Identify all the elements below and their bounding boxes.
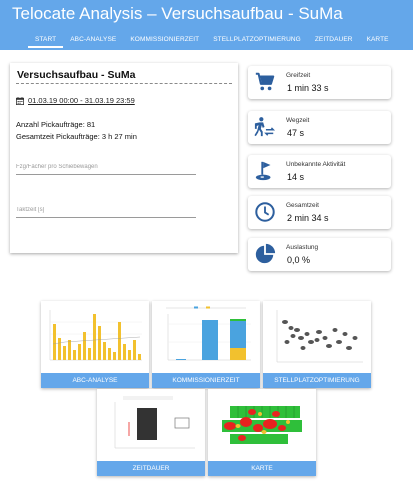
total-pick-time: Gesamtzeit Pickaufträge: 3 h 27 min — [16, 132, 137, 141]
nav-tabs: START ABC-ANALYSE KOMMISSIONIERZEIT STEL… — [28, 34, 396, 48]
tile-karte[interactable]: KARTE — [208, 389, 316, 476]
tile-kommissionierzeit[interactable]: KOMMISSIONIERZEIT — [152, 301, 260, 388]
stat-label: Greifzeit — [286, 72, 311, 79]
abc-analysis-thumbnail — [49, 310, 142, 361]
stat-label: Unbekannte Aktivität — [286, 161, 346, 168]
tile-zeitdauer[interactable]: ZEITDAUER — [97, 389, 205, 476]
calendar-icon — [16, 96, 24, 105]
tab-stellplatzoptimierung[interactable]: STELLPLATZOPTIMIERUNG — [206, 34, 308, 48]
stellplatzoptimierung-button[interactable]: STELLPLATZOPTIMIERUNG — [263, 373, 371, 388]
karte-button[interactable]: KARTE — [208, 461, 316, 476]
stat-label: Wegzeit — [286, 117, 310, 124]
picking-time-thumbnail — [166, 306, 251, 361]
pick-orders-count: Anzahl Pickaufträge: 81 — [16, 120, 96, 129]
duration-thumbnail — [114, 396, 195, 449]
stat-value: 14 s — [287, 172, 305, 182]
stat-value: 1 min 33 s — [287, 83, 329, 93]
stat-card-greifzeit: Greifzeit 1 min 33 s — [248, 66, 391, 99]
stat-value: 47 s — [287, 128, 305, 138]
heatmap-thumbnail — [222, 406, 302, 444]
golf-flag-icon — [255, 161, 271, 181]
app-header: Telocate Analysis – Versuchsaufbau - SuM… — [0, 0, 413, 50]
zeitdauer-button[interactable]: ZEITDAUER — [97, 461, 205, 476]
stat-card-unbekannte-aktivitaet: Unbekannte Aktivität 14 s — [248, 155, 391, 188]
stat-card-gesamtzeit: Gesamtzeit 2 min 34 s — [248, 196, 391, 229]
title-divider — [16, 83, 232, 84]
walking-icon — [254, 117, 276, 137]
tab-karte[interactable]: KARTE — [360, 34, 396, 48]
app-title: Telocate Analysis – Versuchsaufbau - SuM… — [12, 4, 343, 23]
stat-label: Auslastung — [286, 244, 319, 251]
summary-card: Versuchsaufbau - SuMa 01.03.19 00:00 - 3… — [10, 63, 238, 253]
stat-label: Gesamtzeit — [286, 202, 319, 209]
kommissionierzeit-button[interactable]: KOMMISSIONIERZEIT — [152, 373, 260, 388]
cart-icon — [255, 72, 275, 91]
stat-card-auslastung: Auslastung 0,0 % — [248, 238, 391, 271]
tile-abc-analyse[interactable]: ABC-ANALYSE — [41, 301, 149, 388]
cycle-time-field — [16, 198, 196, 218]
slot-optimization-thumbnail — [276, 310, 363, 363]
vehicles-per-cart-field — [16, 155, 196, 175]
clock-icon — [255, 202, 275, 222]
tab-zeitdauer[interactable]: ZEITDAUER — [308, 34, 360, 48]
stat-value: 0,0 % — [287, 255, 311, 265]
cycle-time-input[interactable] — [16, 204, 196, 213]
abc-analyse-button[interactable]: ABC-ANALYSE — [41, 373, 149, 388]
tile-stellplatzoptimierung[interactable]: STELLPLATZOPTIMIERUNG — [263, 301, 371, 388]
tab-abc-analyse[interactable]: ABC-ANALYSE — [63, 34, 123, 48]
vehicles-per-cart-input[interactable] — [16, 161, 196, 170]
date-range-link[interactable]: 01.03.19 00:00 - 31.03.19 23:59 — [28, 96, 135, 105]
stat-card-wegzeit: Wegzeit 47 s — [248, 111, 391, 144]
date-range-row: 01.03.19 00:00 - 31.03.19 23:59 — [16, 96, 135, 105]
summary-title: Versuchsaufbau - SuMa — [17, 69, 136, 81]
pie-chart-icon — [255, 243, 276, 264]
tab-start[interactable]: START — [28, 34, 64, 48]
tab-kommissionierzeit[interactable]: KOMMISSIONIERZEIT — [123, 34, 206, 48]
stat-value: 2 min 34 s — [287, 213, 329, 223]
